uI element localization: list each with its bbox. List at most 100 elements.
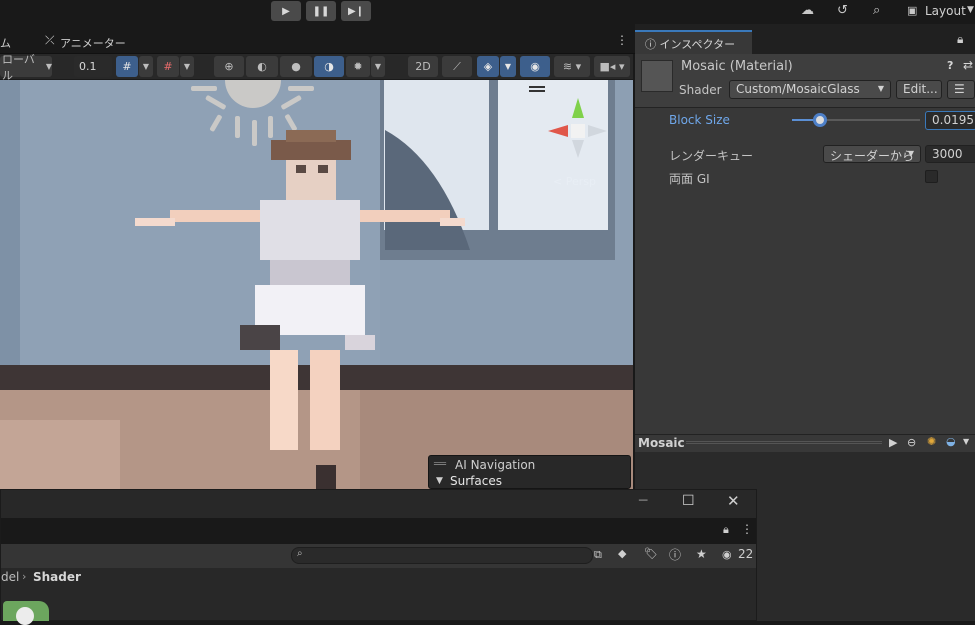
global-dropdown[interactable]: ローバル ▼ — [0, 53, 52, 82]
shaded-wireframe-icon[interactable]: ◐ — [246, 56, 278, 77]
cloud-icon[interactable]: ☁ — [801, 3, 814, 18]
surfaces-foldout[interactable]: Surfaces — [450, 474, 502, 488]
preview-title: Mosaic — [638, 436, 685, 450]
grid-snap-icon[interactable]: # — [116, 56, 138, 77]
chevron-down-icon[interactable]: ▼ — [180, 56, 194, 77]
filter-type-icon[interactable]: ◆ — [618, 547, 626, 560]
preview-mesh-icon[interactable]: ◒ — [946, 435, 956, 448]
material-header: Mosaic (Material) ? ⇄ Shader Custom/Mosa… — [635, 54, 975, 108]
inspector-tab-label: インスペクター — [659, 38, 736, 51]
favorite-icon[interactable]: ★ — [696, 547, 707, 561]
tab-partial[interactable]: ム — [0, 35, 11, 51]
play-button[interactable]: ▶ — [271, 1, 301, 21]
preview-play-icon[interactable]: ▶ — [889, 436, 897, 449]
chevron-down-icon[interactable]: ▼ — [963, 437, 969, 446]
layout-icon: ▣ — [907, 4, 918, 17]
chevron-down-icon: ▼ — [45, 62, 52, 71]
project-search-input[interactable]: ⌕ — [291, 547, 593, 564]
foldout-arrow-icon[interactable]: ▼ — [436, 476, 443, 486]
scene-view[interactable]: < Persp ══ AI Navigation ▼ Surfaces — [0, 80, 633, 489]
pause-icon: ❚❚ — [312, 5, 330, 17]
search-by-type-icon[interactable]: ⧉ — [594, 548, 602, 562]
view-tabs: ム ⤫ アニメーター ⋮ — [0, 24, 635, 54]
double-sided-gi-checkbox[interactable] — [925, 170, 938, 183]
lock-icon[interactable]: 🔒︎ — [723, 523, 729, 537]
block-size-label: Block Size — [669, 113, 730, 127]
render-queue-field[interactable]: 3000 — [925, 145, 975, 163]
preview-header: Mosaic ▶ ⊖ ✺ ◒ ▼ — [635, 434, 975, 452]
scene-render — [0, 80, 633, 489]
block-size-field[interactable]: 0.0195 — [925, 111, 975, 130]
visibility-eye-icon[interactable]: ◉ — [722, 548, 732, 561]
chevron-down-icon: ▼ — [877, 84, 884, 93]
close-icon[interactable]: ✕ — [727, 492, 740, 510]
tab-menu-icon[interactable]: ⋮ — [616, 33, 628, 47]
block-size-slider-handle[interactable] — [813, 113, 828, 127]
render-queue-source-dropdown[interactable]: シェーダーから ▼ — [823, 145, 921, 163]
play-icon: ▶ — [282, 5, 290, 17]
grid-visibility-icon[interactable]: # — [157, 56, 179, 77]
minimize-icon[interactable]: ─ — [639, 493, 647, 509]
preview-sphere-icon[interactable]: ⊖ — [907, 436, 916, 449]
visible-count: 22 — [738, 547, 754, 561]
double-sided-gi-label: 両面 GI — [669, 172, 710, 186]
project-window: ─ ☐ ✕ 🔒︎ ⋮ ⌕ ⧉ ◆ 🏷︎ ⓘ ★ ◉ 22 del › Shade… — [0, 489, 757, 625]
drag-handle-icon[interactable]: ══ — [434, 459, 446, 470]
chevron-down-icon[interactable]: ▼ — [371, 56, 385, 77]
info-icon: ⓘ — [645, 38, 656, 51]
project-titlebar: ─ ☐ ✕ — [1, 490, 756, 518]
tab-inspector[interactable]: ⓘ インスペクター — [635, 30, 752, 54]
shader-dropdown[interactable]: Custom/MosaicGlass ▼ — [729, 80, 891, 99]
effects-icon[interactable]: ◈ — [477, 56, 499, 77]
inspector-panel: ⓘ インスペクター 🔒︎ Mosaic (Material) ? ⇄ Shade… — [635, 24, 975, 434]
search-icon[interactable]: ⌕ — [873, 3, 880, 18]
preview-resize-handle[interactable] — [686, 441, 882, 444]
step-icon: ▶❙ — [347, 5, 365, 17]
global-label: ローバル — [2, 52, 35, 82]
scene-toolbar: ローバル ▼ 0.1 # ▼ # ▼ ⊕ ◐ ● ◑ ✹ ▼ 2D ⟋ ◈ ▼ ◉… — [0, 53, 633, 82]
tab-animator[interactable]: アニメーター — [60, 35, 126, 51]
help-icon[interactable]: ? — [947, 59, 953, 72]
search-icon: ⌕ — [297, 548, 303, 559]
shader-asset-badge-icon — [16, 607, 34, 625]
shader-asset-icon[interactable] — [3, 601, 49, 625]
material-preview-thumbnail — [641, 60, 673, 92]
shader-menu-icon[interactable]: ☰ — [947, 80, 975, 99]
chevron-down-icon[interactable]: ▼ — [500, 56, 516, 77]
chevron-down-icon: ▼ — [907, 149, 914, 158]
animator-icon: ⤫ — [45, 33, 55, 47]
breadcrumb-item[interactable]: del — [1, 570, 19, 584]
debug-draw-icon[interactable]: ✹ — [346, 56, 370, 77]
layout-dropdown[interactable]: Layout — [925, 4, 966, 18]
camera-icon[interactable]: ■◂ ▾ — [594, 56, 630, 77]
ai-navigation-overlay[interactable]: ══ AI Navigation ▼ Surfaces — [428, 455, 631, 489]
persp-label[interactable]: < Persp — [553, 175, 596, 188]
preview-lights-icon[interactable]: ✺ — [927, 435, 936, 448]
step-button[interactable]: ▶❙ — [341, 1, 371, 21]
breadcrumb-current[interactable]: Shader — [33, 570, 81, 584]
scene-visibility-icon[interactable]: ◉ — [520, 56, 550, 77]
lock-icon[interactable]: 🔒︎ — [957, 32, 963, 47]
chevron-down-icon[interactable]: ▼ — [139, 56, 153, 77]
2d-toggle-icon[interactable]: 2D — [408, 56, 438, 77]
tab-menu-icon[interactable]: ⋮ — [741, 522, 753, 536]
pause-button[interactable]: ❚❚ — [306, 1, 336, 21]
render-queue-label: レンダーキュー — [669, 149, 754, 163]
edit-shader-button[interactable]: Edit... — [896, 80, 942, 99]
chevron-down-icon: ▼ — [967, 5, 974, 15]
log-filter-icon[interactable]: ⓘ — [669, 546, 681, 563]
shader-value: Custom/MosaicGlass — [736, 82, 860, 96]
settings-icon[interactable]: ⇄ — [963, 58, 973, 72]
snap-increment-field[interactable]: 0.1 — [74, 56, 112, 77]
breadcrumb-separator-icon: › — [22, 570, 27, 583]
history-icon[interactable]: ↺ — [837, 3, 848, 18]
ai-nav-title: AI Navigation — [455, 458, 536, 472]
shaded-icon[interactable]: ● — [280, 56, 312, 77]
wireframe-shading-icon[interactable]: ⊕ — [214, 56, 244, 77]
unlit-icon[interactable]: ◑ — [314, 56, 344, 77]
main-toolbar: ▶ ❚❚ ▶❙ ☁ ↺ ⌕ ▣ Layout ▼ — [0, 0, 975, 24]
layers-icon[interactable]: ≋ ▾ — [554, 56, 590, 77]
audio-mute-icon[interactable]: ⟋ — [442, 56, 472, 77]
maximize-icon[interactable]: ☐ — [682, 493, 695, 509]
label-icon[interactable]: 🏷︎ — [644, 547, 658, 560]
